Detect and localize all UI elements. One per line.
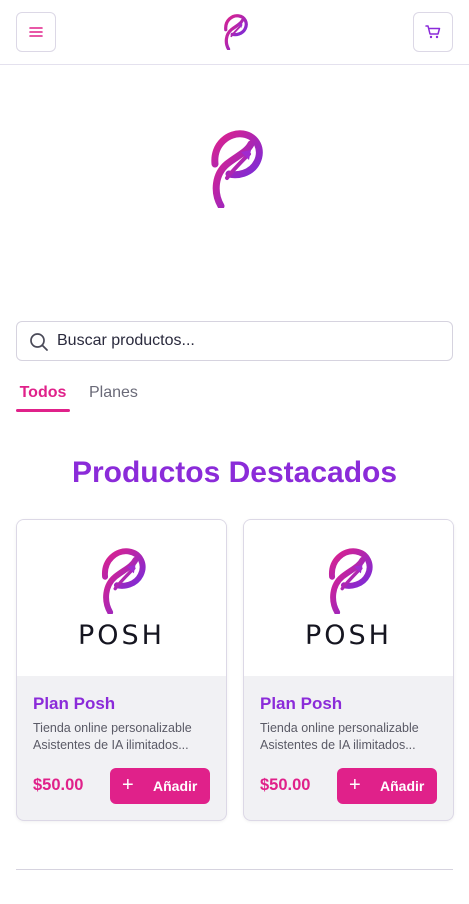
product-image-wordmark: POSH bbox=[305, 620, 392, 651]
product-image: POSH bbox=[244, 520, 453, 676]
cart-button[interactable] bbox=[413, 12, 453, 52]
footer-divider bbox=[16, 869, 453, 870]
hero-posh-logo-icon bbox=[207, 130, 263, 208]
plus-icon: + bbox=[349, 774, 361, 796]
section-title: Productos Destacados bbox=[71, 456, 398, 489]
top-bar bbox=[0, 0, 469, 65]
product-description-line: Asistentes de IA ilimitados... bbox=[33, 738, 189, 752]
product-name[interactable]: Plan Posh bbox=[33, 694, 115, 714]
product-price: $50.00 bbox=[33, 776, 84, 794]
active-tab-indicator bbox=[16, 409, 70, 412]
hamburger-menu-icon bbox=[29, 27, 43, 37]
tab-planes[interactable]: Planes bbox=[89, 380, 138, 412]
product-description-line: Tienda online personalizable bbox=[260, 721, 419, 735]
posh-logo-icon[interactable] bbox=[221, 14, 249, 50]
product-description-line: Tienda online personalizable bbox=[33, 721, 192, 735]
tab-todos[interactable]: Todos bbox=[16, 380, 70, 412]
add-to-cart-button[interactable]: + Añadir bbox=[337, 768, 437, 804]
search-icon bbox=[30, 333, 48, 351]
product-name[interactable]: Plan Posh bbox=[260, 694, 342, 714]
posh-logo-icon bbox=[98, 548, 146, 614]
product-description: Tienda online personalizable Asistentes … bbox=[33, 720, 213, 754]
product-price: $50.00 bbox=[260, 776, 311, 794]
tab-planes-label: Planes bbox=[89, 384, 138, 401]
product-description: Tienda online personalizable Asistentes … bbox=[260, 720, 440, 754]
tab-todos-label: Todos bbox=[19, 384, 67, 401]
add-to-cart-label: Añadir bbox=[153, 778, 198, 794]
shopping-cart-icon bbox=[425, 25, 441, 39]
menu-button[interactable] bbox=[16, 12, 56, 52]
add-to-cart-label: Añadir bbox=[380, 778, 425, 794]
product-image-wordmark: POSH bbox=[78, 620, 165, 651]
posh-logo-icon bbox=[325, 548, 373, 614]
search-bar bbox=[16, 321, 453, 361]
add-to-cart-button[interactable]: + Añadir bbox=[110, 768, 210, 804]
product-description-line: Asistentes de IA ilimitados... bbox=[260, 738, 416, 752]
product-image: POSH bbox=[17, 520, 226, 676]
plus-icon: + bbox=[122, 774, 134, 796]
product-card[interactable]: POSH Plan Posh Tienda online personaliza… bbox=[16, 519, 227, 821]
search-input[interactable] bbox=[57, 322, 447, 360]
product-card[interactable]: POSH Plan Posh Tienda online personaliza… bbox=[243, 519, 454, 821]
